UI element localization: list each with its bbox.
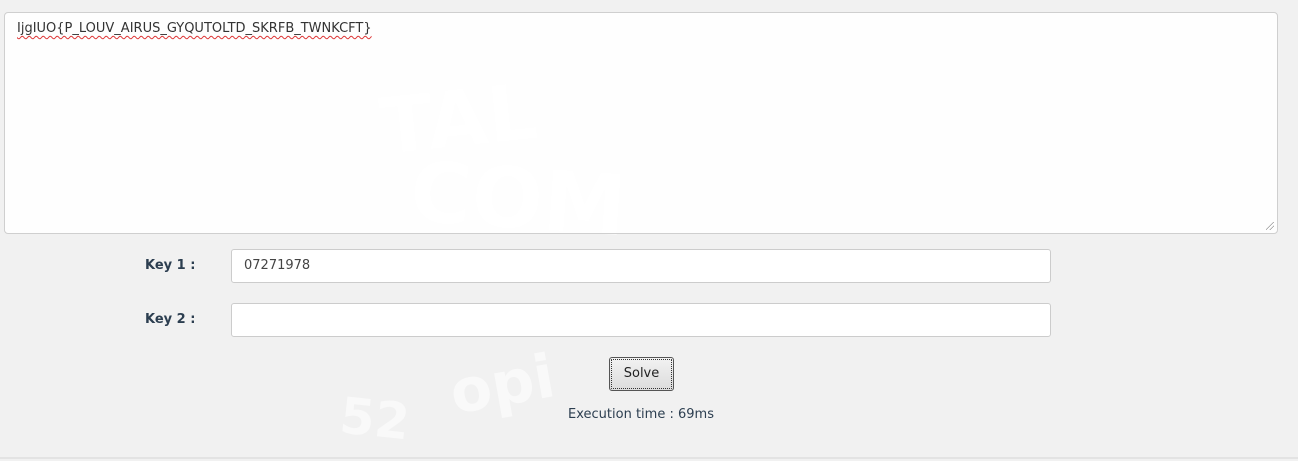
footer-divider: [0, 457, 1298, 459]
ciphertext-value: IjgIUO{P_LOUV_AIRUS_GYQUTOLTD_SKRFB_TWNK…: [17, 21, 372, 36]
execution-time: Execution time : 69ms: [0, 407, 1282, 422]
solver-page: TAL COM opi 52 IjgIUO{P_LOUV_AIRUS_GYQUT…: [0, 0, 1298, 461]
solve-button[interactable]: Solve: [609, 357, 674, 391]
execution-time-value: 69ms: [677, 407, 714, 422]
key1-value: 07271978: [244, 258, 311, 273]
key1-input[interactable]: 07271978: [231, 249, 1051, 283]
resize-handle-icon[interactable]: [1266, 222, 1274, 230]
execution-time-label: Execution time :: [568, 407, 678, 422]
key1-label: Key 1 :: [145, 258, 196, 273]
ciphertext-textarea[interactable]: IjgIUO{P_LOUV_AIRUS_GYQUTOLTD_SKRFB_TWNK…: [4, 12, 1278, 234]
key2-label: Key 2 :: [145, 312, 196, 327]
key2-input[interactable]: [231, 303, 1051, 337]
